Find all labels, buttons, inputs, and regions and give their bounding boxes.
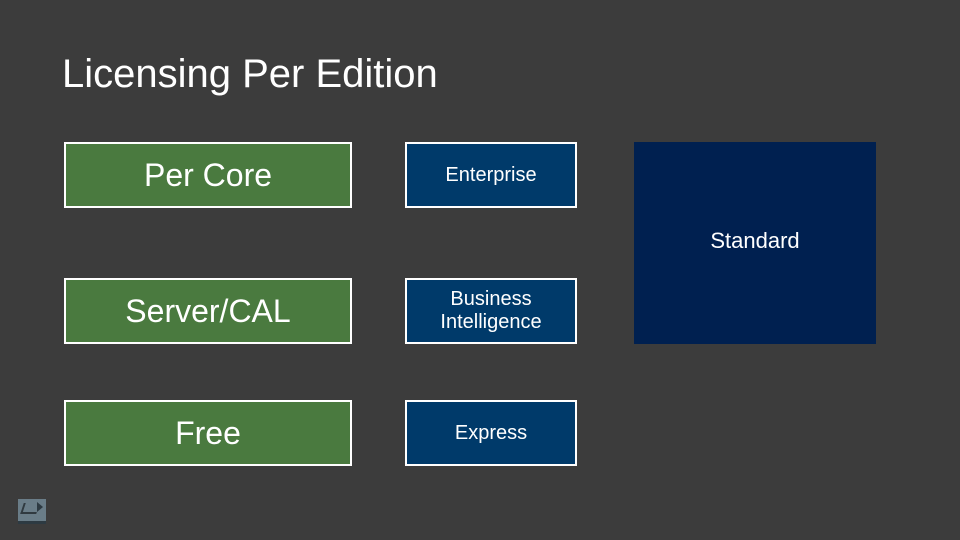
licensing-model-per-core: Per Core [64, 142, 352, 208]
edition-express: Express [405, 400, 577, 466]
edition-standard-panel: Standard [634, 142, 876, 344]
edition-enterprise: Enterprise [405, 142, 577, 208]
slide: Licensing Per Edition Per Core Enterpris… [0, 0, 960, 540]
edition-standard-label: Standard [634, 228, 876, 254]
licensing-model-server-cal: Server/CAL [64, 278, 352, 344]
licensing-model-free: Free [64, 400, 352, 466]
slide-logo-icon [18, 499, 46, 524]
edition-business-intelligence: Business Intelligence [405, 278, 577, 344]
slide-title: Licensing Per Edition [62, 52, 438, 97]
